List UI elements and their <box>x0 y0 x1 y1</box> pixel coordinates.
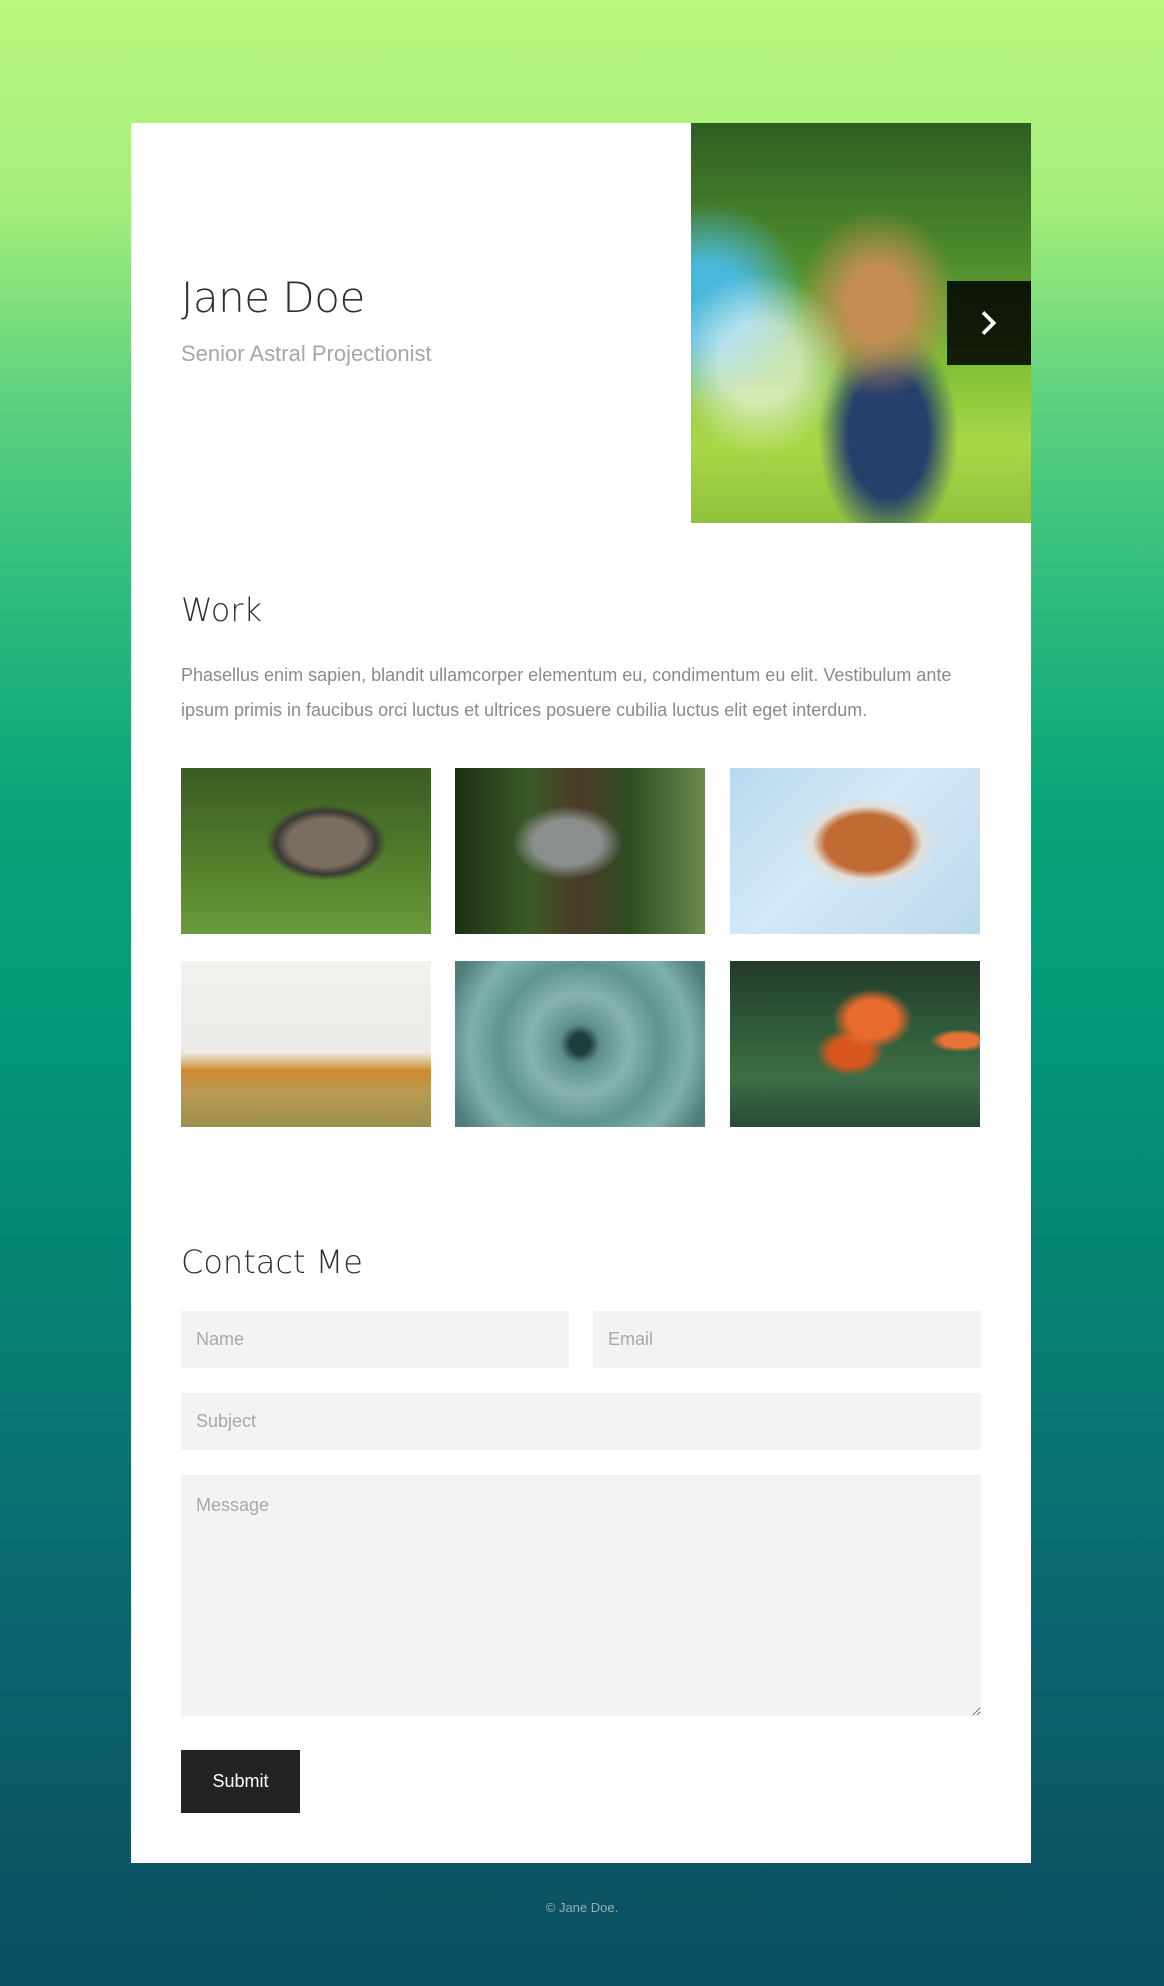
next-slide-button[interactable] <box>947 281 1031 365</box>
message-field[interactable] <box>181 1475 981 1716</box>
work-section-title: Work <box>181 591 263 629</box>
email-field[interactable] <box>593 1311 981 1368</box>
submit-button[interactable]: Submit <box>181 1750 300 1813</box>
name-field[interactable] <box>181 1311 569 1368</box>
work-description: Phasellus enim sapien, blandit ullamcorp… <box>181 665 952 720</box>
page-title: Jane Doe <box>181 273 365 322</box>
contact-section-title: Contact Me <box>181 1243 363 1281</box>
main-card: Jane Doe Senior Astral Projectionist Wor… <box>131 123 1031 1863</box>
gallery-thumbnail-poppy-field[interactable] <box>181 961 431 1127</box>
gallery-thumbnail-tulips[interactable] <box>730 961 980 1127</box>
page-subtitle: Senior Astral Projectionist <box>181 341 432 366</box>
footer-copyright: © Jane Doe. <box>545 1900 619 1915</box>
subject-field[interactable] <box>181 1393 981 1450</box>
gallery-thumbnail-husky[interactable] <box>730 768 980 934</box>
gallery-thumbnail-succulent[interactable] <box>455 961 705 1127</box>
gallery-thumbnail-raccoon[interactable] <box>181 768 431 934</box>
gallery-thumbnail-koala[interactable] <box>455 768 705 934</box>
hero-image <box>691 123 1031 523</box>
chevron-right-icon <box>981 311 997 335</box>
